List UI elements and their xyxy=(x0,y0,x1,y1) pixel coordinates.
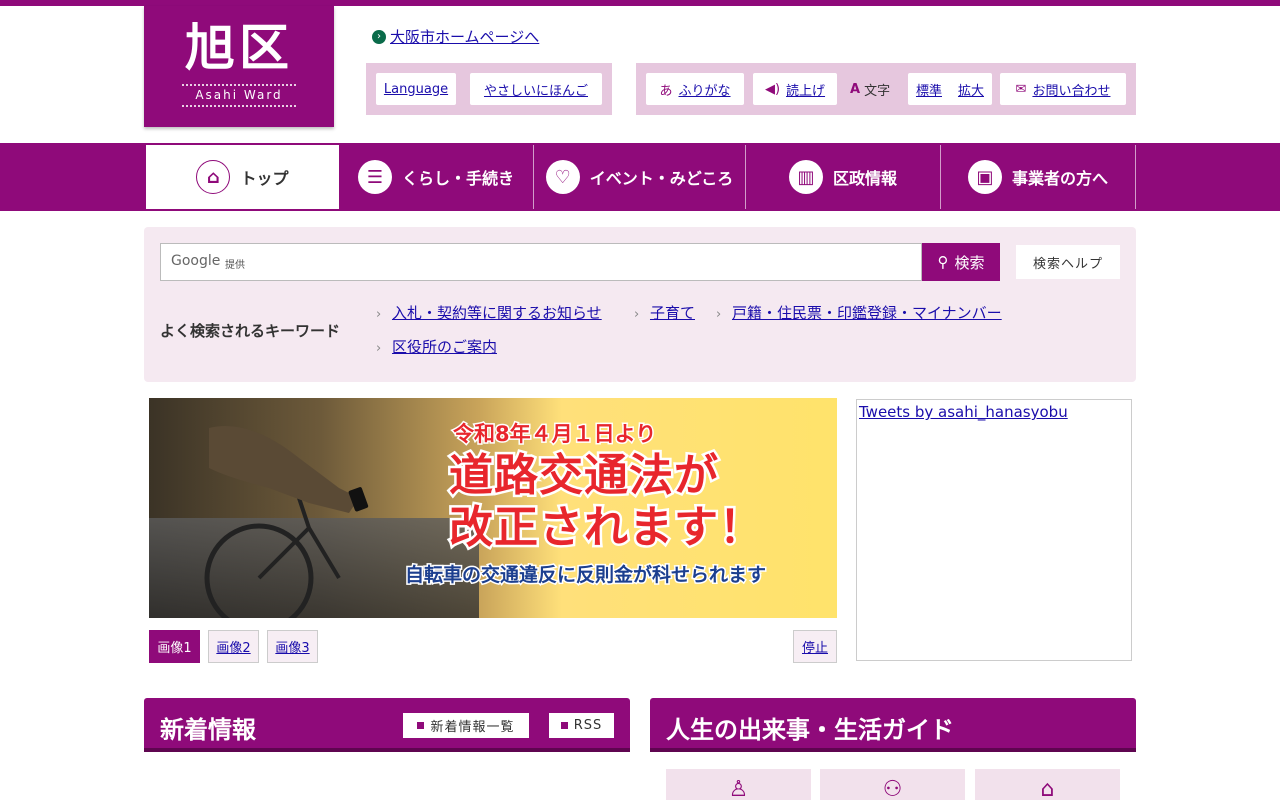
text-standard-link[interactable]: 標準 xyxy=(916,80,942,99)
slide-button-2[interactable]: 画像2 xyxy=(208,630,259,663)
slide-button-3[interactable]: 画像3 xyxy=(267,630,318,663)
nav-administration-label: 区政情報 xyxy=(832,169,897,188)
language-button[interactable]: Language xyxy=(376,73,456,105)
graduation-cap-icon: ⌂ xyxy=(1040,777,1055,800)
text-size-icon: A xyxy=(850,82,861,97)
nav-living-label: くらし・手続き xyxy=(401,169,514,188)
chevron-right-icon: › xyxy=(376,307,382,322)
global-nav: ⌂ トップ ☰ くらし・手続き ♡ イベント・みどころ ▥ 区政情報 ▣ 事業者… xyxy=(0,143,1280,211)
keywords-label: よく検索されるキーワード xyxy=(160,322,341,340)
language-link[interactable]: Language xyxy=(384,82,448,97)
furigana-icon: あ xyxy=(659,83,673,99)
keyword-item: › 区役所のご案内 xyxy=(376,336,497,357)
osaka-city-link-wrap: › 大阪市ホームページへ xyxy=(372,26,539,47)
easy-japanese-link[interactable]: やさしいにほんご xyxy=(484,80,588,99)
text-size-label: A 文字 xyxy=(850,82,891,99)
nav-top-label: トップ xyxy=(240,169,289,188)
slide-button-3-link[interactable]: 画像3 xyxy=(275,637,309,656)
balloon-icon: ♡ xyxy=(545,160,580,194)
building-icon: ▥ xyxy=(788,160,823,194)
life-card-school[interactable]: ⌂ xyxy=(975,769,1120,800)
person-icon: ♙ xyxy=(728,777,749,800)
tweets-link[interactable]: Tweets by asahi_hanasyobu xyxy=(859,403,1068,421)
logo-divider xyxy=(182,105,296,107)
slide-stop-link[interactable]: 停止 xyxy=(802,637,828,656)
keyword-link[interactable]: 戸籍・住民票・印鑑登録・マイナンバー xyxy=(732,304,1002,322)
life-card-family[interactable]: ⚇ xyxy=(820,769,965,800)
logo-kanji: 旭区 xyxy=(185,19,293,77)
site-logo[interactable]: 旭区 Asahi Ward xyxy=(144,6,334,127)
document-icon: ☰ xyxy=(357,160,392,194)
family-icon: ⚇ xyxy=(882,777,903,800)
keyword-link[interactable]: 子育て xyxy=(650,304,695,322)
read-aloud-button[interactable]: ◀) 読上げ xyxy=(753,73,837,105)
chevron-right-icon: › xyxy=(372,29,386,44)
speaker-icon: ◀) xyxy=(764,81,781,97)
cyclist-graphic xyxy=(204,426,369,618)
easy-japanese-button[interactable]: やさしいにほんご xyxy=(470,73,602,105)
osaka-city-link[interactable]: 大阪市ホームページへ xyxy=(390,26,539,47)
chevron-right-icon: › xyxy=(376,341,382,356)
search-icon: ⚲ xyxy=(937,253,949,271)
nav-administration[interactable]: ▥ 区政情報 xyxy=(746,145,941,209)
contact-button[interactable]: ✉ お問い合わせ xyxy=(1000,73,1126,105)
news-list-button[interactable]: 新着情報一覧 xyxy=(403,713,529,738)
home-icon: ⌂ xyxy=(196,160,231,194)
text-large-link[interactable]: 拡大 xyxy=(958,80,984,99)
slide-button-2-link[interactable]: 画像2 xyxy=(216,637,250,656)
search-help-button[interactable]: 検索ヘルプ xyxy=(1016,245,1120,279)
accessibility-tools: あ ふりがな ◀) 読上げ A 文字 標準 拡大 ✉ お問い合わせ xyxy=(636,63,1136,115)
keyword-link[interactable]: 区役所のご案内 xyxy=(392,338,497,356)
life-card-pregnancy[interactable]: ♙ xyxy=(666,769,811,800)
mail-icon: ✉ xyxy=(1015,81,1027,97)
text-size-buttons: 標準 拡大 xyxy=(908,73,992,105)
nav-events-label: イベント・みどころ xyxy=(589,169,734,188)
life-guide-header: 人生の出来事・生活ガイド xyxy=(650,698,1136,752)
furigana-button[interactable]: あ ふりがな xyxy=(646,73,744,105)
nav-events[interactable]: ♡ イベント・みどころ xyxy=(534,145,746,209)
logo-divider xyxy=(182,84,296,86)
keyword-item: › 子育て xyxy=(634,302,695,323)
slide-stop-button[interactable]: 停止 xyxy=(793,630,837,663)
square-bullet-icon xyxy=(417,722,425,729)
keyword-link[interactable]: 入札・契約等に関するお知らせ xyxy=(392,304,602,322)
furigana-link[interactable]: ふりがな xyxy=(679,80,731,99)
twitter-timeline: Tweets by asahi_hanasyobu xyxy=(856,399,1132,661)
language-box: Language やさしいにほんご xyxy=(366,63,612,115)
nav-top[interactable]: ⌂ トップ xyxy=(146,145,339,209)
keyword-item: › 戸籍・住民票・印鑑登録・マイナンバー xyxy=(716,302,1002,323)
briefcase-icon: ▣ xyxy=(967,160,1002,194)
contact-link[interactable]: お問い合わせ xyxy=(1032,80,1110,99)
keyword-item: › 入札・契約等に関するお知らせ xyxy=(376,302,602,323)
logo-english: Asahi Ward xyxy=(195,88,283,102)
news-title: 新着情報 xyxy=(160,716,256,744)
news-panel-header: 新着情報 新着情報一覧 RSS xyxy=(144,698,630,752)
search-button[interactable]: ⚲ 検索 xyxy=(922,243,1000,281)
nav-business-label: 事業者の方へ xyxy=(1011,169,1108,188)
rss-button[interactable]: RSS xyxy=(549,713,614,738)
google-label: Google xyxy=(171,253,221,269)
slide-line-1: 令和8年４月１日より xyxy=(451,421,657,448)
slideshow-image[interactable]: 令和8年４月１日より 道路交通法が 改正されます！ 自転車の交通違反に反則金が科… xyxy=(149,398,837,618)
slide-button-1[interactable]: 画像1 xyxy=(149,630,200,663)
search-input[interactable]: Google 提供 xyxy=(160,243,922,281)
chevron-right-icon: › xyxy=(634,307,640,322)
search-placeholder: 提供 xyxy=(225,260,245,271)
slide-line-4: 自転車の交通違反に反則金が科せられます xyxy=(403,563,767,588)
nav-living[interactable]: ☰ くらし・手続き xyxy=(339,145,534,209)
square-bullet-icon xyxy=(560,722,568,729)
nav-business[interactable]: ▣ 事業者の方へ xyxy=(941,145,1136,209)
slide-line-2: 道路交通法が 改正されます！ xyxy=(447,448,766,556)
read-aloud-link[interactable]: 読上げ xyxy=(786,80,825,99)
life-guide-title: 人生の出来事・生活ガイド xyxy=(666,716,954,744)
search-area: Google 提供 ⚲ 検索 検索ヘルプ よく検索されるキーワード › 入札・契… xyxy=(144,227,1136,382)
chevron-right-icon: › xyxy=(716,307,722,322)
